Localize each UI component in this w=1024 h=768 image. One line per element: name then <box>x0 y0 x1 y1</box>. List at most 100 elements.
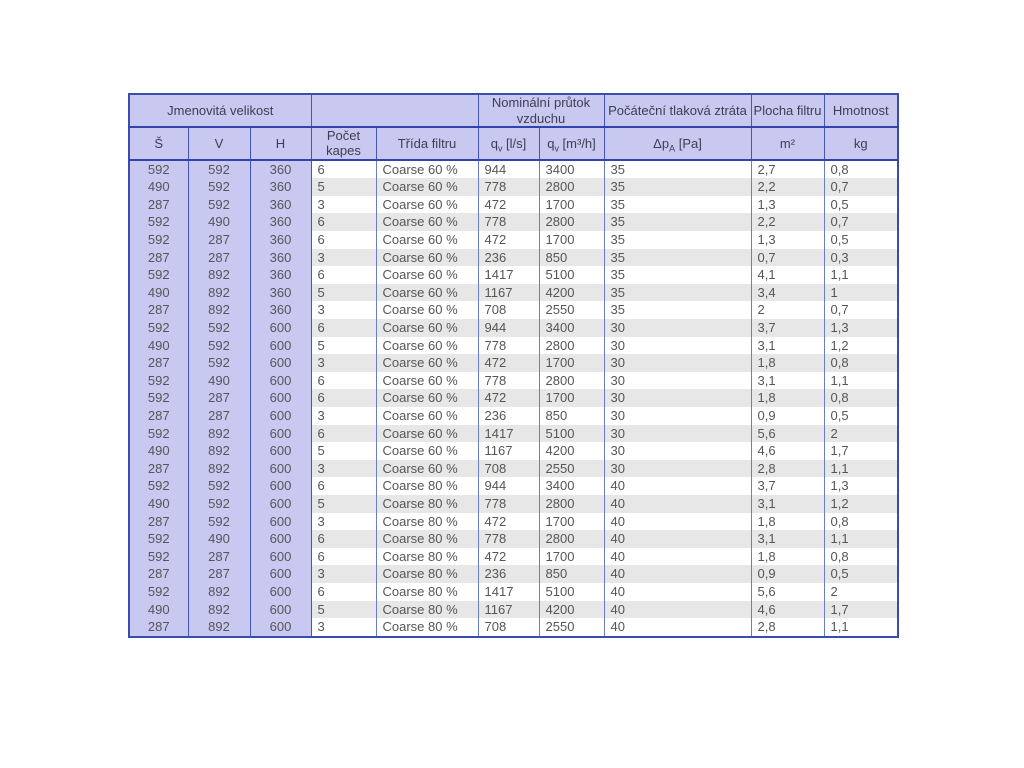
header-group-nominalni-prutok-vzduchu: Nominální průtok vzduchu <box>477 93 605 128</box>
cell-plocha_m2: 2,8 <box>750 618 825 637</box>
cell-trida_filtru: Coarse 60 % <box>375 213 479 232</box>
cell-hmotnost_kg: 0,5 <box>823 565 899 583</box>
cell-dp_pa: 35 <box>603 266 752 284</box>
table-row: 592 892 360 6 Coarse 60 % 1417 5100 35 4,1 1,1 <box>128 266 899 284</box>
cell-q_m3h: 3400 <box>538 477 605 495</box>
cell-s: 287 <box>128 301 189 319</box>
cell-s: 490 <box>128 283 189 302</box>
cell-h: 600 <box>249 371 312 390</box>
table-row: 287 287 600 3 Coarse 60 % 236 850 30 0,9 0,5 <box>128 406 899 425</box>
cell-h: 360 <box>249 178 312 196</box>
cell-hmotnost_kg: 1 <box>823 283 899 302</box>
cell-plocha_m2: 3,1 <box>750 530 825 548</box>
header-col-m2: m² <box>750 126 825 161</box>
cell-dp_pa: 30 <box>603 389 752 407</box>
table-row: 592 287 600 6 Coarse 80 % 472 1700 40 1,8 0,8 <box>128 547 899 566</box>
cell-q_ls: 778 <box>477 371 540 390</box>
cell-q_ls: 1167 <box>477 442 540 460</box>
cell-dp_pa: 40 <box>603 565 752 583</box>
cell-dp_pa: 30 <box>603 319 752 337</box>
cell-plocha_m2: 1,8 <box>750 512 825 531</box>
page-canvas: Jmenovitá velikost Nominální průtok vzdu… <box>0 0 1024 768</box>
cell-v: 592 <box>187 319 251 337</box>
cell-dp_pa: 40 <box>603 618 752 637</box>
cell-q_ls: 1167 <box>477 283 540 302</box>
cell-q_m3h: 1700 <box>538 195 605 214</box>
table-row: 592 892 600 6 Coarse 60 % 1417 5100 30 5,6 2 <box>128 424 899 443</box>
cell-hmotnost_kg: 1,1 <box>823 618 899 637</box>
cell-q_ls: 778 <box>477 336 540 355</box>
cell-dp_pa: 30 <box>603 336 752 355</box>
filter-spec-table: Jmenovitá velikost Nominální průtok vzdu… <box>128 93 899 638</box>
cell-plocha_m2: 1,3 <box>750 231 825 249</box>
cell-trida_filtru: Coarse 80 % <box>375 530 479 548</box>
cell-pocet_kapes: 6 <box>310 266 377 284</box>
header-group-plocha-filtru: Plocha filtru <box>750 93 825 128</box>
cell-pocet_kapes: 3 <box>310 195 377 214</box>
cell-q_ls: 1417 <box>477 266 540 284</box>
cell-h: 600 <box>249 389 312 407</box>
cell-v: 892 <box>187 266 251 284</box>
cell-s: 287 <box>128 195 189 214</box>
cell-plocha_m2: 5,6 <box>750 582 825 601</box>
cell-h: 360 <box>249 283 312 302</box>
header-col-pocet-kapes: Počet kapes <box>310 126 377 161</box>
cell-q_ls: 236 <box>477 565 540 583</box>
cell-dp_pa: 30 <box>603 459 752 478</box>
cell-trida_filtru: Coarse 60 % <box>375 266 479 284</box>
cell-plocha_m2: 3,1 <box>750 371 825 390</box>
cell-hmotnost_kg: 0,8 <box>823 389 899 407</box>
cell-hmotnost_kg: 0,7 <box>823 301 899 319</box>
cell-pocet_kapes: 6 <box>310 530 377 548</box>
header-col-trida-filtru: Třída filtru <box>375 126 479 161</box>
cell-plocha_m2: 3,7 <box>750 319 825 337</box>
cell-dp_pa: 35 <box>603 159 752 179</box>
cell-dp_pa: 35 <box>603 178 752 196</box>
cell-h: 600 <box>249 336 312 355</box>
cell-plocha_m2: 2,2 <box>750 178 825 196</box>
cell-q_m3h: 5100 <box>538 424 605 443</box>
cell-hmotnost_kg: 0,7 <box>823 213 899 232</box>
cell-hmotnost_kg: 1,3 <box>823 319 899 337</box>
cell-q_m3h: 2550 <box>538 301 605 319</box>
cell-plocha_m2: 2,7 <box>750 159 825 179</box>
cell-v: 592 <box>187 195 251 214</box>
cell-dp_pa: 30 <box>603 354 752 372</box>
cell-plocha_m2: 3,1 <box>750 494 825 513</box>
cell-hmotnost_kg: 0,5 <box>823 195 899 214</box>
cell-q_ls: 778 <box>477 530 540 548</box>
cell-h: 360 <box>249 248 312 267</box>
header-group-empty <box>310 93 479 128</box>
header-col-q-ls: qv [l/s] <box>477 126 540 161</box>
cell-hmotnost_kg: 0,8 <box>823 354 899 372</box>
cell-trida_filtru: Coarse 60 % <box>375 159 479 179</box>
cell-q_m3h: 2800 <box>538 178 605 196</box>
cell-dp_pa: 35 <box>603 283 752 302</box>
header-col-v: V <box>187 126 251 161</box>
table-row: 287 287 360 3 Coarse 60 % 236 850 35 0,7 0,3 <box>128 248 899 267</box>
cell-pocet_kapes: 6 <box>310 231 377 249</box>
cell-h: 600 <box>249 530 312 548</box>
cell-h: 600 <box>249 494 312 513</box>
table-row: 287 592 360 3 Coarse 60 % 472 1700 35 1,3 0,5 <box>128 195 899 214</box>
cell-trida_filtru: Coarse 60 % <box>375 406 479 425</box>
table-row: 592 592 600 6 Coarse 80 % 944 3400 40 3,7 1,3 <box>128 477 899 495</box>
cell-dp_pa: 35 <box>603 248 752 267</box>
table-row: 490 892 360 5 Coarse 60 % 1167 4200 35 3,4 1 <box>128 283 899 302</box>
cell-trida_filtru: Coarse 80 % <box>375 600 479 619</box>
table-row: 287 892 360 3 Coarse 60 % 708 2550 35 2 0,7 <box>128 301 899 319</box>
header-col-dp-pa: ΔpA [Pa] <box>603 126 752 161</box>
table-header: Jmenovitá velikost Nominální průtok vzdu… <box>128 93 899 161</box>
cell-v: 490 <box>187 213 251 232</box>
cell-q_m3h: 850 <box>538 248 605 267</box>
cell-q_m3h: 2800 <box>538 336 605 355</box>
cell-h: 600 <box>249 459 312 478</box>
cell-h: 600 <box>249 547 312 566</box>
cell-hmotnost_kg: 2 <box>823 424 899 443</box>
cell-v: 892 <box>187 600 251 619</box>
cell-s: 592 <box>128 389 189 407</box>
cell-dp_pa: 30 <box>603 442 752 460</box>
cell-hmotnost_kg: 0,7 <box>823 178 899 196</box>
cell-trida_filtru: Coarse 60 % <box>375 389 479 407</box>
cell-trida_filtru: Coarse 60 % <box>375 459 479 478</box>
